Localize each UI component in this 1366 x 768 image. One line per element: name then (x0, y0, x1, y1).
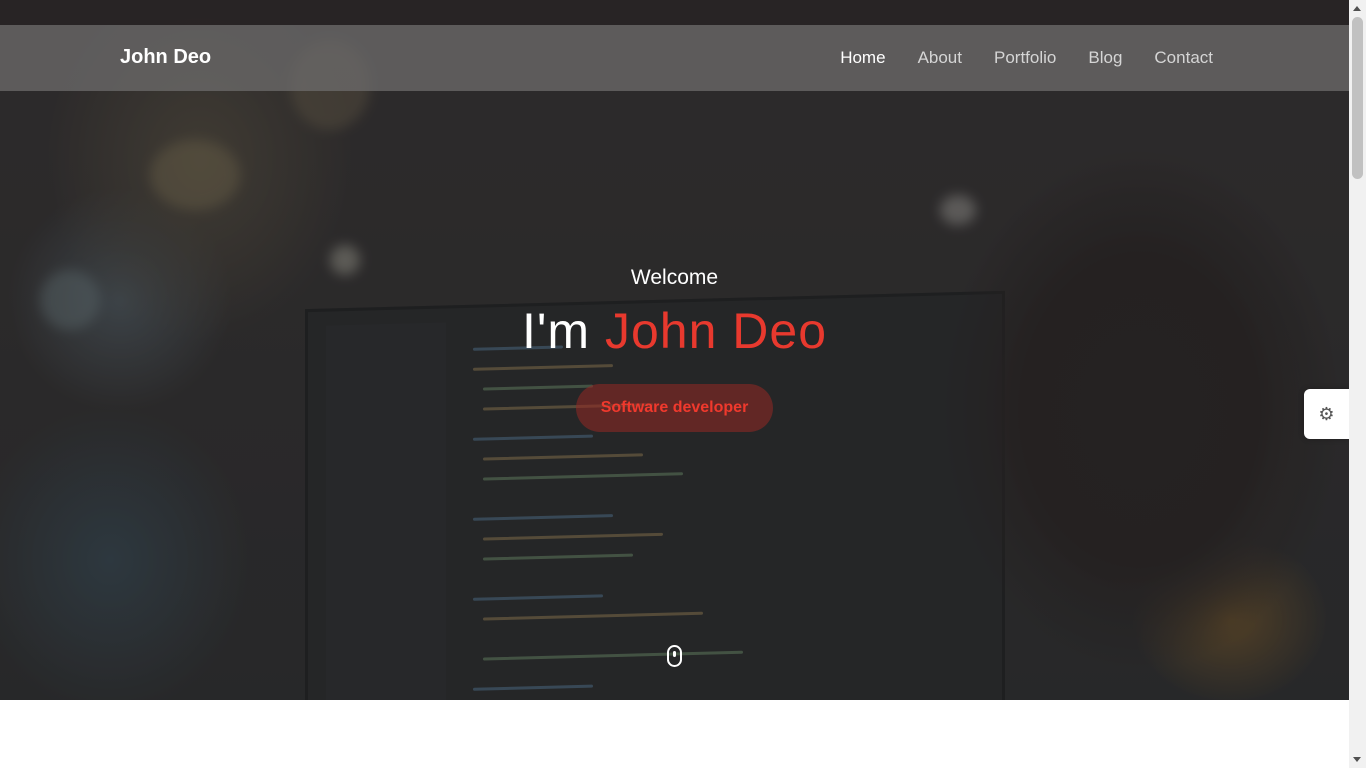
brand-logo[interactable]: John Deo (120, 46, 211, 69)
settings-tab[interactable]: ⚙ (1304, 389, 1349, 439)
scroll-thumb[interactable] (1352, 17, 1363, 179)
top-strip (0, 0, 1349, 25)
navbar: John Deo Home About Portfolio Blog Conta… (0, 25, 1349, 91)
hero-welcome: Welcome (630, 266, 719, 289)
nav-about[interactable]: About (918, 48, 962, 68)
headline-name: John Deo (604, 303, 828, 359)
scroll-down-arrow-icon[interactable] (1353, 757, 1361, 762)
content-section (0, 700, 1349, 768)
nav-portfolio[interactable]: Portfolio (994, 48, 1056, 68)
nav-home[interactable]: Home (840, 48, 885, 68)
role-button[interactable]: Software developer (576, 384, 773, 432)
scroll-up-arrow-icon[interactable] (1353, 6, 1361, 11)
gear-icon: ⚙ (1318, 403, 1335, 425)
page: John Deo Home About Portfolio Blog Conta… (0, 0, 1366, 768)
hero-headline: I'm John Deo (0, 302, 1349, 360)
nav-menu: Home About Portfolio Blog Contact (840, 48, 1213, 68)
mouse-scroll-icon[interactable] (667, 645, 682, 667)
nav-blog[interactable]: Blog (1088, 48, 1122, 68)
headline-prefix: I'm (521, 303, 591, 359)
scrollbar[interactable] (1349, 0, 1366, 768)
nav-contact[interactable]: Contact (1154, 48, 1213, 68)
